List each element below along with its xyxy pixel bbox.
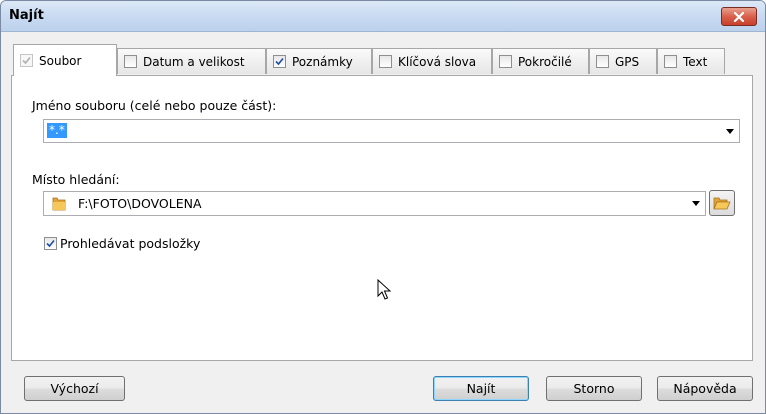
tab-panel-soubor: Jméno souboru (celé nebo pouze část): *.…	[11, 75, 753, 361]
tab-klicova-slova[interactable]: Klíčová slova	[372, 48, 492, 74]
tab-poznamky[interactable]: Poznámky	[266, 48, 372, 74]
check-icon	[22, 56, 31, 65]
folder-icon	[52, 197, 66, 211]
location-combobox[interactable]: F:\FOTO\DOVOLENA	[43, 191, 706, 216]
tab-checkbox-klicova[interactable]	[379, 55, 392, 68]
subfolders-checkbox[interactable]	[44, 237, 57, 250]
title-bar: Najít	[1, 1, 765, 32]
tab-checkbox-soubor	[20, 54, 33, 67]
tab-soubor[interactable]: Soubor	[13, 44, 117, 76]
tab-pokrocile[interactable]: Pokročilé	[492, 48, 589, 74]
find-button[interactable]: Najít	[433, 376, 529, 401]
find-dialog: Najít Soubor Datum a velikost Poznámky K…	[0, 0, 766, 414]
tab-checkbox-gps[interactable]	[596, 55, 609, 68]
tab-label-gps: GPS	[615, 54, 640, 69]
tab-label-klicova: Klíčová slova	[398, 54, 477, 69]
tab-label-poznamky: Poznámky	[292, 54, 353, 69]
mouse-pointer-icon	[377, 279, 391, 300]
filename-label: Jméno souboru (celé nebo pouze část):	[32, 98, 277, 113]
dropdown-arrow-icon[interactable]	[692, 201, 700, 206]
location-label: Místo hledání:	[32, 172, 120, 187]
tab-label-datum: Datum a velikost	[143, 54, 245, 69]
tab-text[interactable]: Text	[657, 48, 725, 74]
subfolders-option[interactable]: Prohledávat podsložky	[44, 236, 200, 251]
help-button[interactable]: Nápověda	[657, 376, 753, 401]
filename-value: *.*	[47, 123, 67, 138]
tab-label-text: Text	[683, 54, 708, 69]
check-icon	[46, 239, 55, 248]
tab-datum-a-velikost[interactable]: Datum a velikost	[117, 48, 266, 74]
tab-label-pokrocile: Pokročilé	[518, 54, 572, 69]
defaults-button[interactable]: Výchozí	[24, 376, 125, 401]
location-value: F:\FOTO\DOVOLENA	[78, 196, 202, 211]
dropdown-arrow-icon[interactable]	[726, 129, 734, 134]
close-x-icon	[733, 11, 745, 22]
filename-combobox[interactable]: *.*	[43, 119, 740, 143]
tab-checkbox-poznamky[interactable]	[273, 55, 286, 68]
tab-checkbox-text[interactable]	[664, 55, 677, 68]
open-folder-icon	[713, 197, 731, 210]
cancel-button[interactable]: Storno	[546, 376, 642, 401]
subfolders-label: Prohledávat podsložky	[60, 236, 201, 251]
browse-folder-button[interactable]	[709, 190, 735, 216]
tab-checkbox-datum[interactable]	[124, 55, 137, 68]
tab-checkbox-pokrocile[interactable]	[499, 55, 512, 68]
check-icon	[275, 57, 284, 66]
tab-gps[interactable]: GPS	[589, 48, 657, 74]
dialog-title: Najít	[9, 8, 44, 23]
close-button[interactable]	[721, 7, 757, 26]
tab-label-soubor: Soubor	[39, 53, 82, 68]
